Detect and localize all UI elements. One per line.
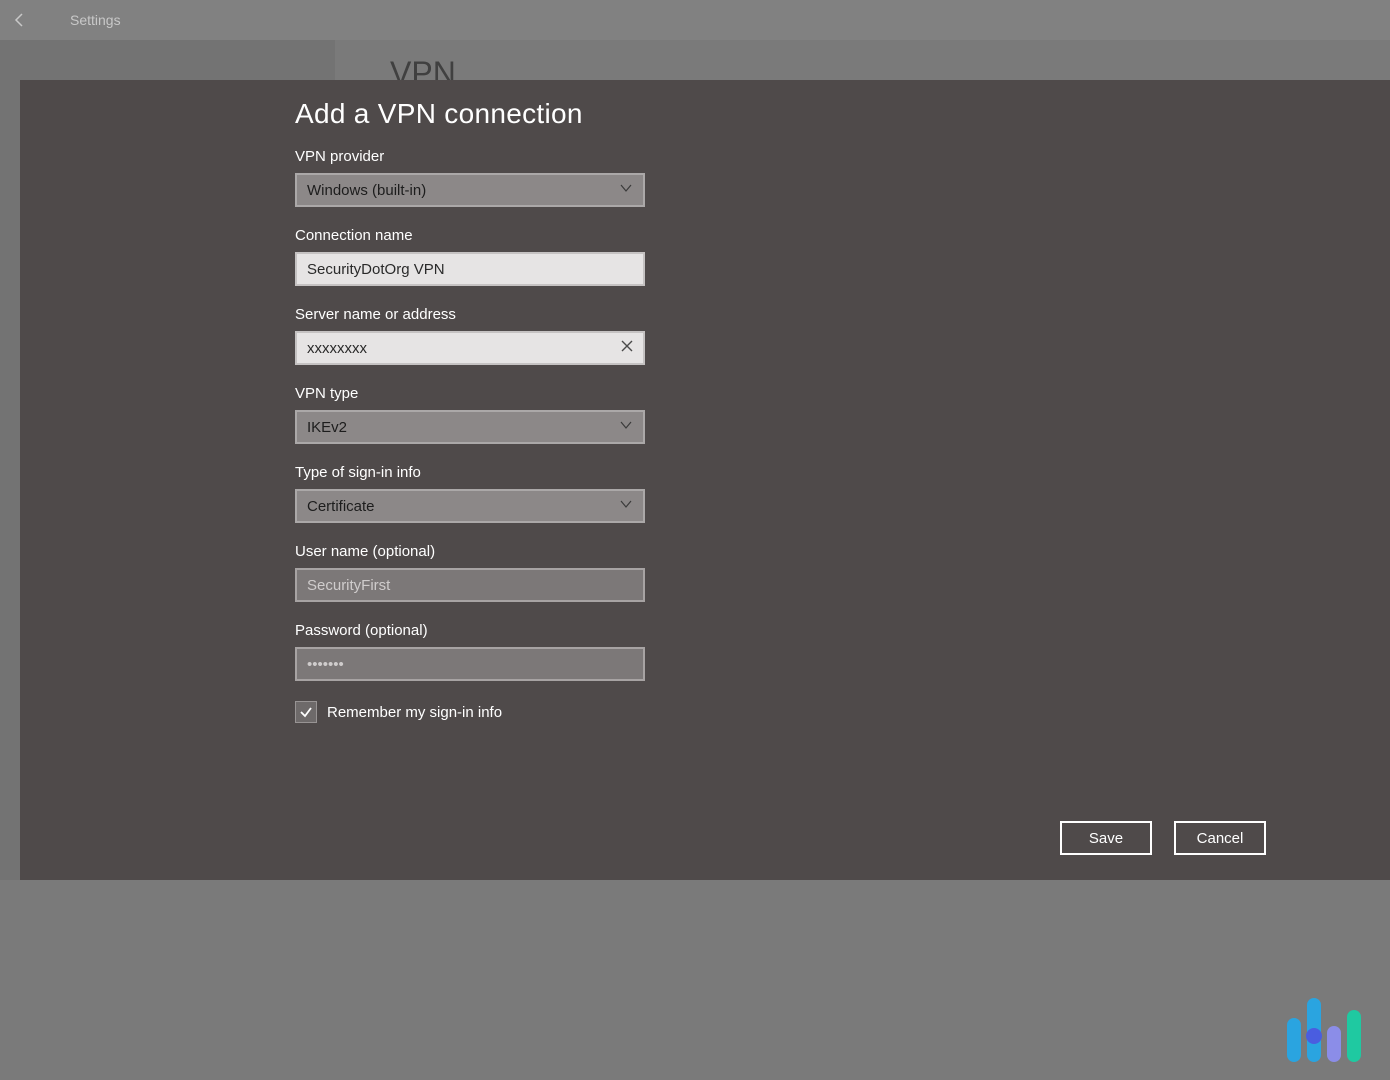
app-title: Settings	[70, 12, 121, 28]
logo-bar	[1307, 998, 1321, 1062]
connection-name-value: SecurityDotOrg VPN	[307, 261, 445, 278]
back-icon	[0, 0, 40, 40]
signin-type-dropdown[interactable]: Certificate	[295, 489, 645, 523]
connection-name-label: Connection name	[295, 227, 1390, 244]
vpn-type-dropdown[interactable]: IKEv2	[295, 410, 645, 444]
checkmark-icon	[299, 705, 313, 719]
signin-type-label: Type of sign-in info	[295, 464, 1390, 481]
background-lower	[0, 880, 1390, 1080]
password-value: •••••••	[307, 656, 344, 673]
chevron-down-icon	[619, 418, 633, 436]
username-value: SecurityFirst	[307, 577, 390, 594]
server-address-label: Server name or address	[295, 306, 1390, 323]
clear-icon[interactable]	[621, 339, 633, 357]
password-label: Password (optional)	[295, 622, 1390, 639]
vpn-provider-dropdown[interactable]: Windows (built-in)	[295, 173, 645, 207]
signin-type-value: Certificate	[307, 498, 375, 515]
password-input[interactable]: •••••••	[295, 647, 645, 681]
titlebar: Settings	[0, 0, 1390, 40]
remember-signin-checkbox[interactable]	[295, 701, 317, 723]
logo-bar	[1347, 1010, 1361, 1062]
connection-name-input[interactable]: SecurityDotOrg VPN	[295, 252, 645, 286]
chevron-down-icon	[619, 181, 633, 199]
add-vpn-modal: Add a VPN connection VPN provider Window…	[20, 80, 1390, 880]
chevron-down-icon	[619, 497, 633, 515]
cancel-button[interactable]: Cancel	[1174, 821, 1266, 855]
vpn-type-value: IKEv2	[307, 419, 347, 436]
vpn-provider-label: VPN provider	[295, 148, 1390, 165]
logo-bar	[1327, 1026, 1341, 1062]
save-button[interactable]: Save	[1060, 821, 1152, 855]
vpn-type-label: VPN type	[295, 385, 1390, 402]
server-address-value: xxxxxxxx	[307, 340, 367, 357]
username-input[interactable]: SecurityFirst	[295, 568, 645, 602]
modal-title: Add a VPN connection	[295, 98, 1390, 130]
server-address-input[interactable]: xxxxxxxx	[295, 331, 645, 365]
watermark-logo	[1284, 982, 1364, 1062]
logo-bar	[1287, 1018, 1301, 1062]
vpn-provider-value: Windows (built-in)	[307, 182, 426, 199]
username-label: User name (optional)	[295, 543, 1390, 560]
remember-signin-label: Remember my sign-in info	[327, 704, 502, 721]
